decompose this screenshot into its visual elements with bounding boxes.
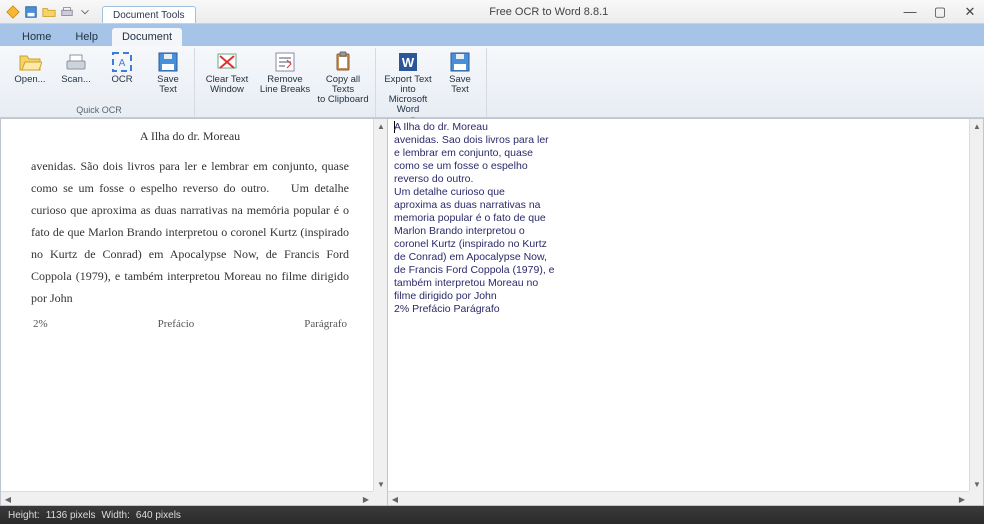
scrollbar-vertical[interactable]: ▲ ▼	[969, 119, 983, 491]
scanner-icon	[64, 50, 88, 74]
svg-text:A: A	[119, 58, 126, 69]
scroll-right-icon[interactable]: ▶	[359, 492, 373, 506]
ocr-text-pane: A Ilha do dr. Moreau avenidas. Sao dois …	[387, 118, 984, 506]
status-width-label: Width:	[102, 510, 130, 521]
doc-body: avenidas. São dois livros para ler e lem…	[31, 155, 349, 309]
ocr-label: OCR	[111, 75, 132, 85]
scroll-corner	[969, 491, 983, 505]
doc-footer-mid: Prefácio	[158, 313, 195, 335]
menu-help[interactable]: Help	[65, 28, 108, 46]
remove-breaks-label: Remove Line Breaks	[260, 75, 310, 95]
doc-footer-right: Parágrafo	[304, 313, 347, 335]
scrollbar-vertical[interactable]: ▲ ▼	[373, 119, 387, 491]
source-image-pane: A Ilha do dr. Moreau avenidas. São dois …	[0, 118, 387, 506]
save-text-label-2: Save Text	[449, 75, 471, 95]
ribbon-group-text-ops: Clear Text Window Remove Line Breaks Cop…	[195, 48, 376, 117]
doc-footer: 2% Prefácio Parágrafo	[31, 313, 349, 335]
save-icon	[156, 50, 180, 74]
app-window: Document Tools Free OCR to Word 8.8.1 — …	[0, 0, 984, 524]
scrollbar-horizontal[interactable]: ◀ ▶	[388, 491, 969, 505]
window-title: Free OCR to Word 8.8.1	[196, 6, 902, 18]
copy-all-clipboard-button[interactable]: Copy all Texts to Clipboard	[315, 48, 371, 114]
menu-home[interactable]: Home	[12, 28, 61, 46]
ocr-output-text[interactable]: A Ilha do dr. Moreau avenidas. Sao dois …	[388, 119, 969, 318]
titlebar: Document Tools Free OCR to Word 8.8.1 — …	[0, 0, 984, 24]
ocr-output-value: A Ilha do dr. Moreau avenidas. Sao dois …	[394, 121, 555, 315]
scroll-corner	[373, 491, 387, 505]
word-icon: W	[396, 50, 420, 74]
scroll-left-icon[interactable]: ◀	[1, 492, 15, 506]
open-button[interactable]: Open...	[8, 48, 52, 104]
scroll-up-icon[interactable]: ▲	[374, 119, 387, 133]
remove-breaks-icon	[273, 50, 297, 74]
svg-text:W: W	[402, 55, 415, 70]
export-word-label: Export Text into Microsoft Word	[382, 75, 434, 115]
workspace: A Ilha do dr. Moreau avenidas. São dois …	[0, 118, 984, 506]
statusbar: Height: 1136 pixels Width: 640 pixels	[0, 506, 984, 524]
menu-document[interactable]: Document	[112, 28, 182, 46]
ribbon-group-document: W Export Text into Microsoft Word Save T…	[376, 48, 487, 117]
scanner-icon[interactable]	[60, 5, 74, 19]
ocr-text-content[interactable]: A Ilha do dr. Moreau avenidas. Sao dois …	[388, 119, 969, 491]
folder-open-icon[interactable]	[42, 5, 56, 19]
scrollbar-horizontal[interactable]: ◀ ▶	[1, 491, 373, 505]
scroll-left-icon[interactable]: ◀	[388, 492, 402, 506]
scroll-down-icon[interactable]: ▼	[970, 477, 984, 491]
scroll-right-icon[interactable]: ▶	[955, 492, 969, 506]
clear-text-window-button[interactable]: Clear Text Window	[199, 48, 255, 114]
scroll-down-icon[interactable]: ▼	[374, 477, 387, 491]
group-label-quick-ocr: Quick OCR	[76, 104, 122, 117]
status-height-value: 1136 pixels	[46, 510, 96, 521]
document-preview: A Ilha do dr. Moreau avenidas. São dois …	[1, 119, 373, 341]
status-width-value: 640 pixels	[136, 510, 181, 521]
ocr-icon: A	[110, 50, 134, 74]
save-icon	[448, 50, 472, 74]
menu-tabs: Home Help Document	[0, 24, 984, 46]
app-icon	[6, 5, 20, 19]
open-label: Open...	[14, 75, 45, 85]
save-text-button-2[interactable]: Save Text	[438, 48, 482, 115]
clear-window-icon	[215, 50, 239, 74]
save-text-label: Save Text	[157, 75, 179, 95]
quick-access-toolbar	[6, 5, 92, 19]
status-height-label: Height:	[8, 510, 40, 521]
minimize-button[interactable]: —	[902, 4, 918, 20]
doc-title: A Ilha do dr. Moreau	[31, 125, 349, 147]
remove-line-breaks-button[interactable]: Remove Line Breaks	[257, 48, 313, 114]
folder-open-icon	[18, 50, 42, 74]
scan-label: Scan...	[61, 75, 91, 85]
save-icon[interactable]	[24, 5, 38, 19]
copy-all-label: Copy all Texts to Clipboard	[317, 75, 369, 105]
scroll-up-icon[interactable]: ▲	[970, 119, 984, 133]
close-button[interactable]: ✕	[962, 4, 978, 20]
export-word-button[interactable]: W Export Text into Microsoft Word	[380, 48, 436, 115]
dropdown-icon[interactable]	[78, 5, 92, 19]
save-text-button[interactable]: Save Text	[146, 48, 190, 104]
ocr-button[interactable]: A OCR	[100, 48, 144, 104]
context-tab-document-tools[interactable]: Document Tools	[102, 6, 196, 23]
ribbon: Open... Scan... A OCR Save Text Quick OC…	[0, 46, 984, 118]
clear-text-label: Clear Text Window	[206, 75, 249, 95]
source-image-content[interactable]: A Ilha do dr. Moreau avenidas. São dois …	[1, 119, 373, 491]
maximize-button[interactable]: ▢	[932, 4, 948, 20]
doc-footer-pct: 2%	[33, 313, 48, 335]
ribbon-group-quick-ocr: Open... Scan... A OCR Save Text Quick OC…	[4, 48, 195, 117]
scan-button[interactable]: Scan...	[54, 48, 98, 104]
clipboard-icon	[331, 50, 355, 74]
